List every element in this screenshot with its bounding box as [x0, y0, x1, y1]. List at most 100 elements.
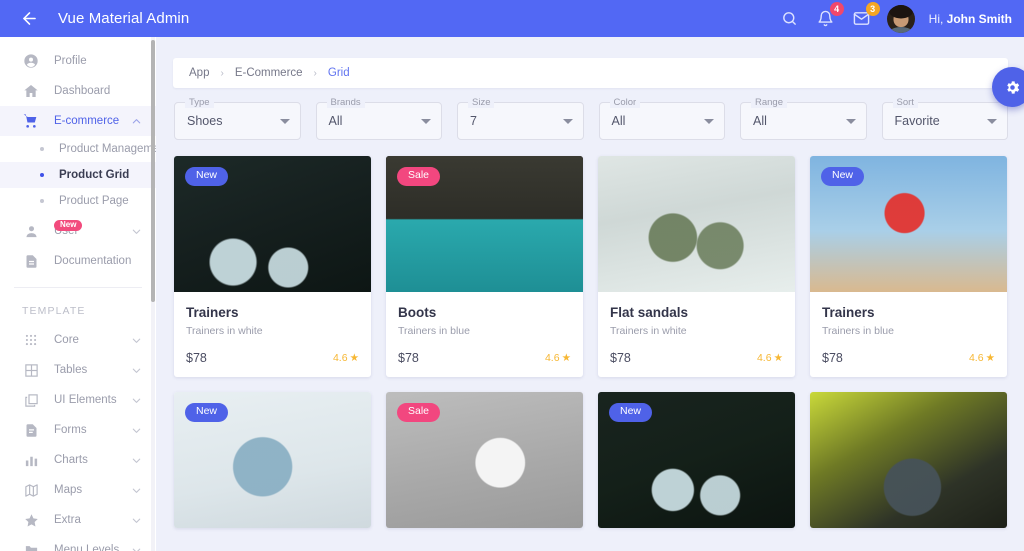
filter-select-type[interactable]: Type Shoes — [174, 97, 301, 140]
sidebar-item-product-grid[interactable]: Product Grid — [0, 162, 156, 188]
sidebar-item-forms[interactable]: Forms — [0, 415, 156, 445]
notifications-badge: 4 — [829, 1, 844, 16]
filter-value: All — [328, 114, 343, 128]
product-card[interactable]: Sale Boots Trainers in blue $78 4.6 ★ — [386, 156, 583, 377]
sidebar-item-extra[interactable]: Extra — [0, 505, 156, 535]
product-image — [810, 392, 1007, 528]
product-price: $78 — [610, 351, 631, 365]
rating-value: 4.6 — [968, 352, 984, 364]
product-info: Trainers Trainers in blue — [810, 292, 1007, 337]
product-info: Flat sandals Trainers in white — [598, 292, 795, 337]
sidebar-item-label: Profile — [54, 55, 87, 67]
search-button[interactable] — [779, 8, 801, 30]
star-icon — [22, 511, 40, 529]
user-greeting[interactable]: Hi, John Smith — [929, 12, 1012, 26]
product-badge: Sale — [397, 167, 441, 186]
sidebar-item-profile[interactable]: Profile — [0, 46, 156, 76]
product-price: $78 — [822, 351, 843, 365]
sidebar-item-maps[interactable]: Maps — [0, 475, 156, 505]
product-card[interactable]: Flat sandals Trainers in white $78 4.6 ★ — [598, 156, 795, 377]
product-card[interactable]: New — [598, 392, 795, 528]
sidebar-item-e-commerce[interactable]: E-commerce — [0, 106, 156, 136]
breadcrumb-item-app[interactable]: App — [189, 67, 209, 79]
product-subtitle: Trainers in white — [186, 325, 263, 337]
chevron-down-icon — [131, 545, 142, 551]
product-card[interactable]: New Trainers Trainers in blue $78 4.6 ★ — [810, 156, 1007, 377]
avatar[interactable] — [886, 4, 915, 33]
filter-select-brands[interactable]: Brands All — [315, 97, 442, 140]
product-card[interactable]: New Trainers Trainers in white $78 4.6 ★ — [174, 156, 371, 377]
product-image: Sale — [386, 156, 583, 292]
filter-label: Brands — [326, 97, 365, 108]
sidebar-item-product-page[interactable]: Product Page — [0, 188, 156, 214]
product-title: Trainers — [822, 305, 875, 320]
sidebar-item-product-management[interactable]: Product Management — [0, 136, 156, 162]
breadcrumb-separator: › — [313, 67, 317, 79]
product-footer: $78 4.6 ★ — [386, 337, 583, 377]
sidebar-item-ui-elements[interactable]: UI Elements — [0, 385, 156, 415]
product-badge: New — [185, 167, 229, 186]
star-icon: ★ — [561, 352, 571, 364]
product-image: New — [174, 392, 371, 528]
notifications-button[interactable]: 4 — [815, 1, 844, 30]
filter-select-color[interactable]: Color All — [598, 97, 725, 140]
filter-select-sort[interactable]: Sort Favorite — [881, 97, 1008, 140]
product-badge: New — [185, 403, 229, 422]
search-icon — [783, 12, 797, 25]
product-title: Flat sandals — [610, 305, 689, 320]
messages-button[interactable]: 3 — [851, 1, 880, 30]
product-card[interactable] — [810, 392, 1007, 528]
breadcrumb-item-e-commerce[interactable]: E-Commerce — [235, 67, 303, 79]
new-badge: New — [54, 220, 83, 231]
product-badge: Sale — [397, 403, 441, 422]
product-image: New — [598, 392, 795, 528]
product-card[interactable]: Sale — [386, 392, 583, 528]
sidebar-item-menu-levels[interactable]: Menu Levels — [0, 535, 156, 551]
sidebar-item-documentation[interactable]: Documentation — [0, 246, 156, 276]
product-rating: 4.6 ★ — [545, 352, 571, 364]
sidebar-item-core[interactable]: Core — [0, 325, 156, 355]
sidebar-item-tables[interactable]: Tables — [0, 355, 156, 385]
map-icon — [22, 481, 40, 499]
chevron-down-icon — [562, 118, 573, 124]
star-icon: ★ — [349, 352, 359, 364]
sidebar-scrollbar-thumb[interactable] — [151, 40, 155, 302]
arrow-left-icon — [22, 12, 36, 25]
product-title: Trainers — [186, 305, 239, 320]
breadcrumb-item-grid[interactable]: Grid — [328, 67, 350, 79]
breadcrumb-separator: › — [220, 67, 224, 79]
filter-value: 7 — [470, 114, 477, 128]
greeting-prefix: Hi, — [928, 11, 947, 26]
rating-value: 4.6 — [332, 352, 348, 364]
sidebar-item-charts[interactable]: Charts — [0, 445, 156, 475]
filter-select-size[interactable]: Size 7 — [457, 97, 584, 140]
cart-icon — [22, 112, 40, 130]
sidebar-subitem-label: Product Page — [59, 195, 129, 207]
filter-value: All — [611, 114, 626, 128]
rating-value: 4.6 — [544, 352, 560, 364]
filter-value: Favorite — [894, 114, 940, 128]
bullet-icon — [40, 147, 44, 151]
settings-button[interactable] — [992, 67, 1024, 107]
product-info: Trainers Trainers in white — [174, 292, 371, 337]
product-rating: 4.6 ★ — [969, 352, 995, 364]
sidebar-item-dashboard[interactable]: Dashboard — [0, 76, 156, 106]
product-subtitle: Trainers in blue — [822, 325, 894, 337]
chevron-down-icon — [131, 485, 142, 496]
main-content: App › E-Commerce › Grid Type Shoes Brand… — [156, 37, 1024, 551]
back-button[interactable] — [12, 2, 46, 36]
filter-label: Color — [609, 97, 641, 108]
product-subtitle: Trainers in blue — [398, 325, 470, 337]
sidebar-item-user[interactable]: User New — [0, 216, 156, 246]
chevron-down-icon — [131, 395, 142, 406]
filter-label: Sort — [892, 97, 918, 108]
filter-label: Type — [185, 97, 214, 108]
product-image: New — [810, 156, 1007, 292]
product-footer: $78 4.6 ★ — [810, 337, 1007, 377]
document-icon — [22, 252, 40, 270]
filter-select-range[interactable]: Range All — [740, 97, 867, 140]
user-icon — [22, 222, 40, 240]
folder-icon — [22, 541, 40, 551]
product-card[interactable]: New — [174, 392, 371, 528]
chevron-down-icon — [131, 365, 142, 376]
